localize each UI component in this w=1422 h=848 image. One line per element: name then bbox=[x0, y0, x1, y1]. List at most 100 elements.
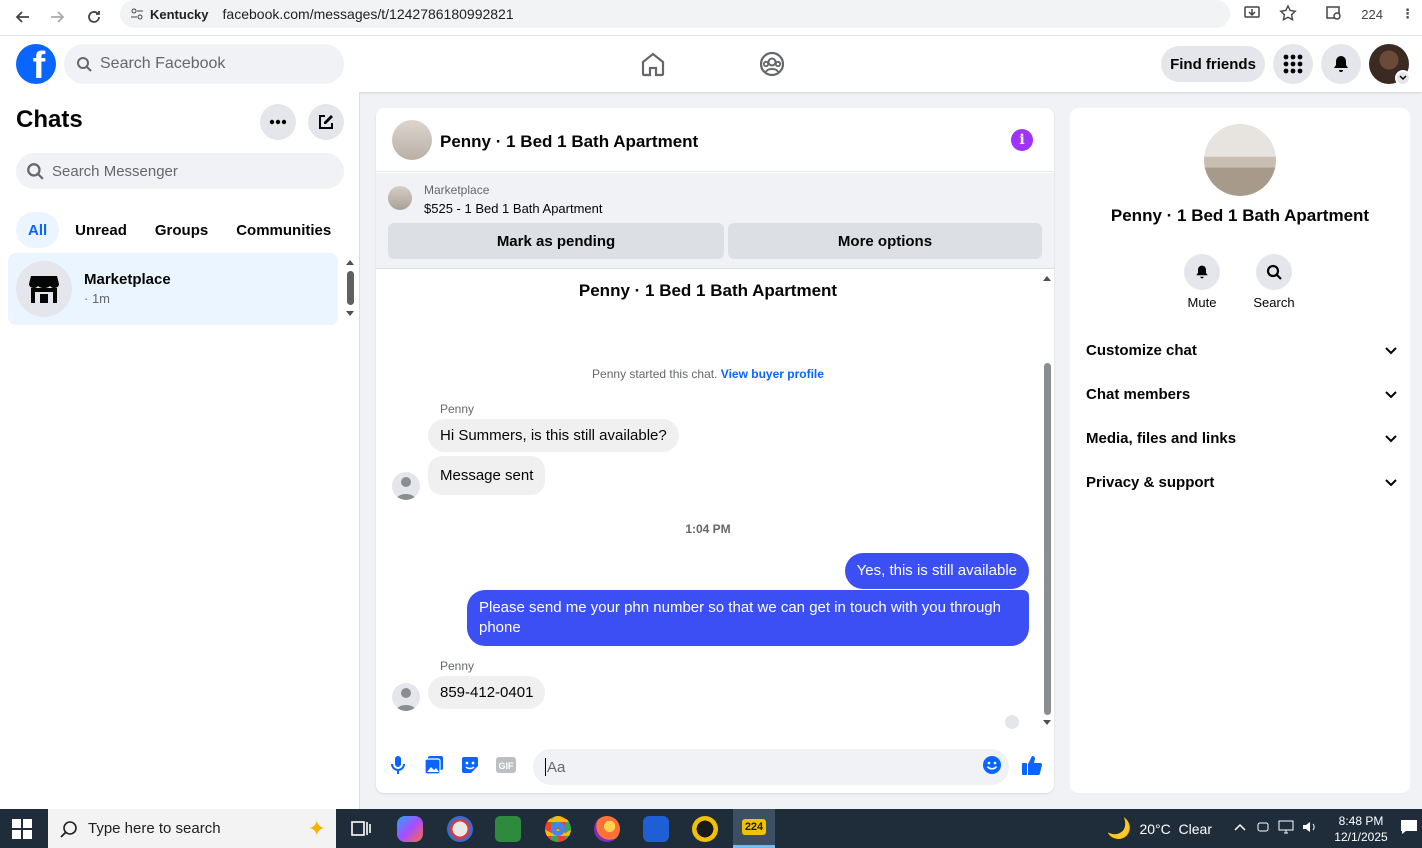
outgoing-message[interactable]: Yes, this is still available bbox=[844, 553, 1029, 589]
more-options-button[interactable]: More options bbox=[728, 223, 1042, 259]
search-icon bbox=[27, 163, 44, 180]
section-label: Chat members bbox=[1086, 385, 1191, 403]
message-sender: Penny bbox=[440, 659, 475, 673]
bookmark-star-icon[interactable] bbox=[1279, 3, 1298, 25]
site-info[interactable]: Kentucky bbox=[130, 7, 209, 22]
app-icon[interactable] bbox=[447, 816, 473, 842]
privacy-support-section[interactable]: Privacy & support bbox=[1086, 460, 1398, 504]
browser-menu-icon[interactable]: ⋮ bbox=[1401, 6, 1414, 22]
mute-button[interactable]: Mute bbox=[1172, 254, 1232, 310]
filter-unread[interactable]: Unread bbox=[63, 212, 139, 248]
back-arrow-icon[interactable] bbox=[8, 4, 36, 30]
search-in-chat-button[interactable]: Search bbox=[1244, 254, 1304, 310]
chat-started-text: Penny started this chat. View buyer prof… bbox=[376, 367, 1040, 381]
menu-grid-icon[interactable] bbox=[1273, 44, 1313, 84]
weather-moon-icon[interactable]: 🌙 bbox=[1107, 816, 1132, 841]
active-app-badge: 224 bbox=[741, 819, 767, 835]
filter-groups[interactable]: Groups bbox=[143, 212, 220, 248]
chat-members-section[interactable]: Chat members bbox=[1086, 372, 1398, 416]
message-composer: GIF Aa bbox=[376, 740, 1054, 793]
notifications-bell-icon[interactable] bbox=[1321, 44, 1361, 84]
notification-center-icon[interactable] bbox=[1400, 819, 1418, 838]
section-label: Privacy & support bbox=[1086, 473, 1215, 491]
app-shield-icon[interactable] bbox=[643, 816, 669, 842]
install-app-icon[interactable] bbox=[1243, 4, 1261, 25]
media-files-links-section[interactable]: Media, files and links bbox=[1086, 416, 1398, 460]
photo-attach-icon[interactable] bbox=[422, 753, 446, 777]
message-timestamp: 1:04 PM bbox=[685, 522, 731, 536]
meet-now-icon[interactable] bbox=[1256, 820, 1270, 837]
address-bar[interactable]: Kentucky facebook.com/messages/t/1242786… bbox=[120, 0, 1230, 28]
new-message-icon[interactable] bbox=[308, 104, 344, 140]
conversation-header: Penny · 1 Bed 1 Bath Apartment i bbox=[376, 108, 1054, 172]
active-app-icon[interactable]: 224 bbox=[733, 809, 775, 848]
facebook-search-input[interactable]: Search Facebook bbox=[64, 44, 344, 84]
gif-icon[interactable]: GIF bbox=[494, 753, 518, 777]
mute-label: Mute bbox=[1187, 295, 1217, 310]
extension-count[interactable]: 224 bbox=[1361, 7, 1383, 22]
message-input[interactable]: Aa bbox=[533, 749, 1009, 785]
network-icon[interactable] bbox=[1278, 820, 1294, 837]
chat-info-panel: Penny · 1 Bed 1 Bath Apartment Mute Sear… bbox=[1070, 108, 1410, 793]
listing-title[interactable]: $525 - 1 Bed 1 Bath Apartment bbox=[424, 201, 603, 216]
copilot-sparkle-icon: ✦ bbox=[307, 815, 326, 841]
sender-avatar-icon[interactable] bbox=[392, 472, 420, 500]
forward-arrow-icon[interactable] bbox=[44, 4, 72, 30]
message-sent-attachment[interactable]: Message sent bbox=[428, 456, 546, 495]
chats-heading: Chats bbox=[16, 106, 83, 133]
firefox-icon[interactable] bbox=[594, 816, 620, 842]
profile-avatar[interactable] bbox=[1369, 44, 1411, 86]
conversation-title[interactable]: Penny · 1 Bed 1 Bath Apartment bbox=[440, 132, 698, 152]
search-icon bbox=[60, 820, 77, 838]
chevron-down-icon bbox=[1395, 70, 1411, 86]
facebook-search-placeholder: Search Facebook bbox=[100, 55, 226, 72]
chat-item-name: Marketplace bbox=[84, 271, 171, 288]
mark-as-pending-button[interactable]: Mark as pending bbox=[388, 223, 724, 259]
incoming-message[interactable]: 859-412-0401 bbox=[428, 676, 546, 709]
customize-chat-section[interactable]: Customize chat bbox=[1086, 328, 1398, 372]
facebook-header: f Search Facebook Find friends bbox=[0, 36, 1422, 92]
copilot-app-icon[interactable] bbox=[397, 816, 423, 842]
thread-scrollbar[interactable] bbox=[1040, 270, 1054, 730]
more-options-icon[interactable] bbox=[260, 104, 296, 140]
tab-search-icon[interactable] bbox=[1325, 4, 1343, 25]
taskbar-search-input[interactable]: Type here to search ✦ bbox=[48, 809, 336, 848]
site-settings-icon bbox=[131, 8, 143, 20]
chat-list-scrollbar[interactable] bbox=[344, 256, 356, 320]
chevron-down-icon bbox=[1385, 391, 1397, 399]
windows-start-icon[interactable] bbox=[12, 819, 32, 839]
taskbar-clock[interactable]: 8:48 PM 12/1/2025 bbox=[1324, 813, 1398, 845]
microphone-icon[interactable] bbox=[386, 753, 410, 777]
emoji-icon[interactable] bbox=[980, 753, 1004, 777]
reload-icon[interactable] bbox=[80, 4, 108, 30]
conversation-avatar[interactable] bbox=[392, 120, 432, 160]
chat-item-marketplace[interactable]: Marketplace · 1m bbox=[8, 253, 338, 325]
facebook-logo-icon[interactable]: f bbox=[16, 44, 56, 84]
chrome-icon[interactable] bbox=[545, 816, 571, 842]
marketplace-banner: Marketplace $525 - 1 Bed 1 Bath Apartmen… bbox=[376, 173, 1054, 269]
spreadsheet-app-icon[interactable] bbox=[495, 816, 521, 842]
sticker-icon[interactable] bbox=[458, 753, 482, 777]
bell-icon bbox=[1184, 254, 1220, 290]
chevron-up-icon[interactable] bbox=[1234, 821, 1246, 837]
volume-icon[interactable] bbox=[1302, 820, 1318, 837]
listing-thumbnail[interactable] bbox=[388, 186, 412, 210]
sender-avatar-icon[interactable] bbox=[392, 683, 420, 711]
app-icon[interactable] bbox=[692, 816, 718, 842]
outgoing-message[interactable]: Please send me your phn number so that w… bbox=[467, 590, 1029, 646]
groups-icon[interactable] bbox=[758, 50, 786, 78]
filter-all[interactable]: All bbox=[16, 212, 60, 248]
incoming-message[interactable]: Hi Summers, is this still available? bbox=[428, 419, 679, 452]
view-buyer-profile-link[interactable]: View buyer profile bbox=[721, 367, 824, 381]
info-icon[interactable]: i bbox=[1011, 129, 1033, 151]
chevron-down-icon bbox=[1385, 347, 1397, 355]
task-view-icon[interactable] bbox=[348, 816, 374, 842]
home-icon[interactable] bbox=[639, 50, 667, 78]
chat-info-avatar[interactable] bbox=[1204, 124, 1276, 196]
thumbs-up-icon[interactable] bbox=[1020, 753, 1044, 777]
weather-text[interactable]: 20°C Clear bbox=[1139, 821, 1212, 837]
messenger-search-input[interactable]: Search Messenger bbox=[16, 153, 344, 189]
thread-scrollbar-thumb[interactable] bbox=[1044, 363, 1051, 715]
find-friends-button[interactable]: Find friends bbox=[1161, 46, 1265, 82]
filter-communities[interactable]: Communities bbox=[224, 212, 343, 248]
